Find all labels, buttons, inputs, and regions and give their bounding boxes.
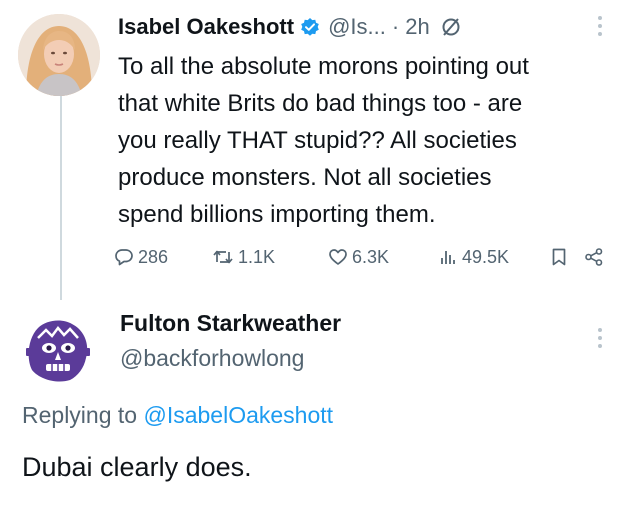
author-avatar[interactable]: [18, 14, 100, 96]
replying-to-label: Replying to: [22, 402, 138, 428]
verified-badge-icon: [300, 17, 320, 37]
author-name[interactable]: Isabel Oakeshott: [118, 14, 294, 40]
reply-count: 286: [138, 246, 169, 267]
tweet-header: Isabel Oakeshott @Is... · 2h: [118, 10, 462, 44]
like-icon: [328, 247, 348, 267]
reply-author-name[interactable]: Fulton Starkweather: [120, 310, 341, 337]
reply-more-icon[interactable]: [598, 328, 604, 348]
bookmark-button[interactable]: [550, 247, 568, 267]
like-count: 6.3K: [352, 246, 390, 267]
author-avatar-image: [18, 14, 100, 96]
replying-to-link[interactable]: @IsabelOakeshott: [143, 402, 333, 428]
replying-to-line: Replying to @IsabelOakeshott: [22, 402, 333, 429]
repost-button[interactable]: 1.1K: [212, 247, 275, 268]
thread-connector-line: [60, 92, 62, 300]
repost-count: 1.1K: [238, 246, 276, 267]
header-separator: ·: [391, 14, 400, 39]
reply-icon: [114, 247, 134, 267]
reply-text: Dubai clearly does.: [22, 452, 252, 482]
reply-button[interactable]: 286: [114, 247, 168, 268]
views-count: 49.5K: [462, 246, 510, 267]
share-button[interactable]: [584, 247, 604, 267]
bookmark-icon: [550, 247, 568, 267]
views-icon: [438, 247, 458, 267]
like-button[interactable]: 6.3K: [328, 247, 389, 268]
no-edit-icon: [440, 16, 462, 38]
author-handle[interactable]: @Is...: [328, 14, 386, 40]
tweet-timestamp[interactable]: 2h: [405, 14, 429, 40]
reply-author-handle[interactable]: @backforhowlong: [120, 345, 304, 372]
reply-author-avatar[interactable]: [18, 308, 98, 388]
repost-icon: [212, 247, 234, 267]
reply-author-avatar-image: [18, 308, 98, 388]
tweet-more-icon[interactable]: [598, 16, 604, 36]
tweet-text: To all the absolute morons pointing out …: [118, 53, 529, 228]
tweet-action-bar: 286 1.1K 6.3K 49.5K: [114, 242, 614, 272]
share-icon: [584, 247, 604, 267]
views-button[interactable]: 49.5K: [438, 247, 509, 268]
